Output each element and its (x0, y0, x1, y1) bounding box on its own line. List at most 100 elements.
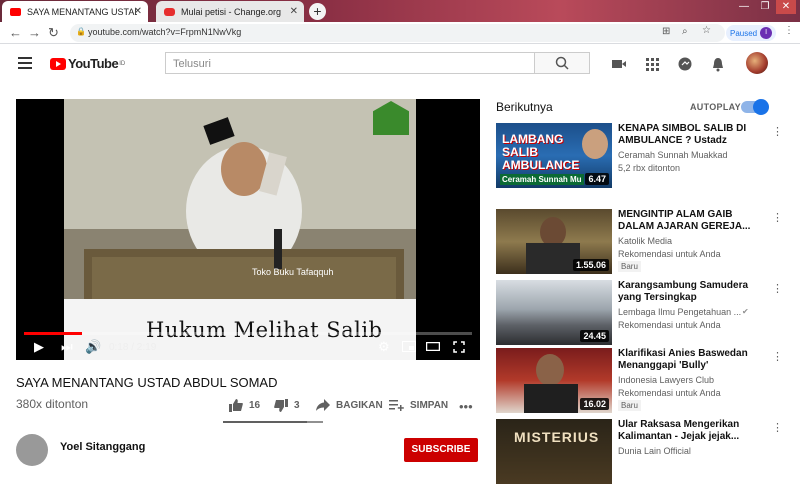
profile-button[interactable]: Paused I (726, 25, 777, 41)
save-button[interactable]: SIMPAN (389, 399, 448, 411)
profile-avatar: I (760, 27, 773, 39)
more-options-icon[interactable]: ⋮ (772, 211, 783, 224)
logo-region: ID (119, 60, 126, 67)
video-duration: 1.55.06 (572, 259, 609, 271)
video-title[interactable]: MENGINTIP ALAM GAIB DALAM AJARAN GEREJA.… (618, 209, 758, 233)
add-to-playlist-icon (389, 400, 404, 411)
channel-name[interactable]: Yoel Sitanggang (60, 441, 145, 453)
tab-title: SAYA MENANTANG USTAD ABDUL (27, 6, 137, 17)
save-label: SIMPAN (410, 399, 449, 411)
more-options-icon[interactable]: ⋮ (772, 421, 783, 434)
recommended-video[interactable]: 24.45 Karangsambung Samudera yang Tersin… (496, 280, 796, 350)
thumbnail-text: LAMBANG SALIB AMBULANCE (502, 132, 580, 172)
forward-icon[interactable]: → (28, 25, 41, 40)
settings-gear-icon[interactable]: ⚙ (378, 339, 390, 355)
more-actions-button[interactable]: ••• (459, 399, 473, 414)
theater-mode-icon[interactable] (426, 342, 440, 351)
tab-change-org[interactable]: Mulai petisi - Change.org ✕ (156, 1, 304, 22)
video-thumbnail[interactable]: 16.02 (496, 348, 612, 413)
video-title: SAYA MENANTANG USTAD ABDUL SOMAD (16, 375, 278, 390)
video-title[interactable]: Karangsambung Samudera yang Tersingkap (618, 280, 758, 304)
back-icon[interactable]: ← (9, 25, 22, 40)
lock-icon[interactable]: 🔒 (76, 27, 86, 36)
more-options-icon[interactable]: ⋮ (772, 350, 783, 363)
close-tab-icon[interactable]: ✕ (290, 6, 298, 17)
apps-grid-icon[interactable] (644, 56, 660, 72)
autoplay-toggle[interactable] (741, 99, 769, 115)
zoom-icon[interactable]: ⌕ (682, 26, 688, 37)
thumbnail-caption: Ceramah Sunnah Mu (500, 174, 584, 185)
messages-icon[interactable] (677, 56, 693, 72)
new-badge: Baru (618, 261, 641, 272)
video-duration: 16.02 (580, 398, 609, 410)
channel-avatar[interactable] (16, 434, 48, 466)
fullscreen-icon[interactable] (453, 341, 465, 353)
translate-icon[interactable]: ⊞ (662, 26, 670, 37)
next-icon[interactable]: ⏭ (61, 339, 73, 355)
thumbnail-face (582, 129, 608, 159)
search-input[interactable]: Telusuri (165, 52, 534, 74)
recommendation-label: Rekomendasi untuk Anda (618, 320, 721, 330)
notifications-bell-icon[interactable] (710, 56, 726, 72)
browser-menu-icon[interactable]: ⋮ (784, 25, 794, 36)
hamburger-menu-icon[interactable] (18, 57, 32, 69)
search-button[interactable] (534, 52, 590, 74)
thumbs-down-icon (274, 399, 288, 412)
video-title[interactable]: KENAPA SIMBOL SALIB DI AMBULANCE ? Ustad… (618, 123, 758, 147)
video-thumbnail[interactable]: 24.45 (496, 280, 612, 345)
channel-name[interactable]: Katolik Media (618, 236, 672, 246)
autoplay-label: AUTOPLAY (690, 102, 741, 112)
recommended-video[interactable]: MISTERIUS Ular Raksasa Mengerikan Kalima… (496, 419, 796, 489)
like-ratio-fill (223, 421, 307, 423)
tab-youtube[interactable]: SAYA MENANTANG USTAD ABDUL ✕ (2, 1, 148, 22)
video-thumbnail[interactable]: LAMBANG SALIB AMBULANCE Ceramah Sunnah M… (496, 123, 612, 188)
bookmark-star-icon[interactable]: ☆ (702, 25, 711, 36)
reload-icon[interactable]: ↻ (48, 25, 59, 41)
channel-name[interactable]: Indonesia Lawyers Club (618, 375, 714, 385)
recommended-video[interactable]: 16.02 Klarifikasi Anies Baswedan Menangg… (496, 348, 796, 418)
new-tab-button[interactable]: + (309, 3, 326, 20)
tab-title: Mulai petisi - Change.org (181, 6, 282, 17)
address-bar[interactable]: 🔒 youtube.com/watch?v=FrpmN1NwVkg (70, 24, 725, 42)
dislike-count: 3 (294, 400, 300, 411)
video-thumbnail[interactable]: MISTERIUS (496, 419, 612, 484)
up-next-heading: Berikutnya (496, 100, 553, 114)
like-count: 16 (249, 400, 261, 411)
video-overlay-text: Toko Buku Tafaqquh (252, 267, 333, 277)
restore-button[interactable]: ❐ (755, 0, 775, 14)
youtube-logo[interactable]: YouTube ID (50, 56, 125, 71)
browser-tab-strip: SAYA MENANTANG USTAD ABDUL ✕ Mulai petis… (0, 0, 800, 22)
channel-name[interactable]: Ceramah Sunnah Muakkad (618, 150, 728, 160)
dislike-button[interactable]: 3 (274, 399, 300, 412)
thumbs-up-icon (229, 399, 243, 412)
close-tab-icon[interactable]: ✕ (134, 6, 142, 17)
share-button[interactable]: BAGIKAN (316, 399, 383, 411)
recommended-video[interactable]: LAMBANG SALIB AMBULANCE Ceramah Sunnah M… (496, 123, 796, 193)
close-window-button[interactable]: ✕ (776, 0, 796, 14)
miniplayer-icon[interactable] (402, 341, 416, 352)
more-options-icon[interactable]: ⋮ (772, 125, 783, 138)
subscribe-button[interactable]: SUBSCRIBE (404, 438, 478, 462)
video-title[interactable]: Klarifikasi Anies Baswedan Menanggapi 'B… (618, 348, 758, 372)
account-avatar[interactable] (746, 52, 768, 74)
thumbnail-figure (526, 243, 580, 274)
create-video-icon[interactable] (611, 56, 627, 72)
video-thumbnail[interactable]: 1.55.06 (496, 209, 612, 274)
youtube-play-logo-icon (50, 57, 66, 70)
like-button[interactable]: 16 (229, 399, 260, 412)
play-icon[interactable]: ▶ (34, 339, 44, 355)
recommendation-label: Rekomendasi untuk Anda (618, 249, 721, 259)
logo-text: YouTube (68, 56, 119, 71)
video-player[interactable]: Toko Buku Tafaqquh Hukum Melihat Salib ▶… (16, 99, 480, 360)
share-label: BAGIKAN (336, 399, 383, 411)
url-text[interactable]: youtube.com/watch?v=FrpmN1NwVkg (88, 27, 241, 37)
player-controls: ▶ ⏭ 🔊 0:18 / 2:19 ⚙ (16, 335, 480, 360)
more-options-icon[interactable]: ⋮ (772, 282, 783, 295)
minimize-button[interactable]: — (734, 0, 754, 14)
volume-icon[interactable]: 🔊 (85, 339, 101, 355)
video-title[interactable]: Ular Raksasa Mengerikan Kalimantan - Jej… (618, 419, 758, 443)
channel-name[interactable]: Dunia Lain Official (618, 446, 691, 456)
verified-check-icon: ✔ (742, 307, 749, 316)
recommended-video[interactable]: 1.55.06 MENGINTIP ALAM GAIB DALAM AJARAN… (496, 209, 796, 279)
channel-name[interactable]: Lembaga Ilmu Pengetahuan ... (618, 307, 741, 317)
